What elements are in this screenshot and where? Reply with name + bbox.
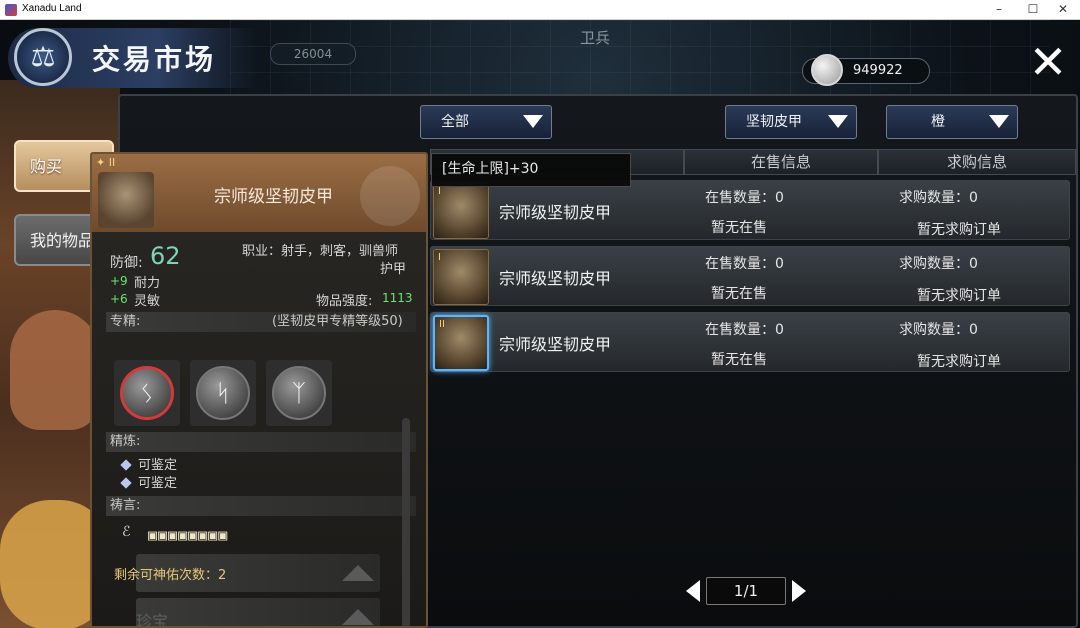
buy-count: 求购数量：0: [899, 190, 978, 206]
skill-slot[interactable]: ᛊ: [114, 360, 180, 426]
on-sale-status: 暂无在售: [711, 220, 767, 236]
diamond-icon: [120, 477, 132, 489]
leather-armor-icon: [98, 172, 154, 228]
close-icon[interactable]: ✕: [1022, 38, 1074, 90]
refine-section: 精炼:: [106, 432, 416, 452]
tier-badge: I: [438, 252, 441, 263]
refine-item-label: 可鉴定: [138, 458, 178, 473]
leather-armor-icon: II: [433, 315, 489, 371]
prayer-runes: ▣▣▣▣▣▣▣▣: [148, 526, 229, 544]
tier-badge: II: [439, 319, 445, 330]
listing-row[interactable]: I 宗师级坚韧皮甲 在售数量：0 暂无在售 求购数量：0 暂无求购订单: [430, 246, 1070, 306]
defense-value: 62: [150, 242, 181, 270]
treasure-bar: 珍宝: [136, 598, 380, 628]
background-badge: 26004: [270, 43, 356, 65]
tooltip-header: ✦ II 宗师级坚韧皮甲: [92, 154, 426, 232]
mastery-label: 专精:: [110, 314, 141, 329]
refine-item: 可鉴定: [120, 454, 178, 473]
tooltip-item-name: 宗师级坚韧皮甲: [214, 187, 333, 207]
app-icon: [5, 4, 17, 16]
tooltip-scrollbar[interactable]: [402, 418, 410, 626]
bonus-value: +6: [110, 292, 128, 306]
quality-value: 橙: [931, 114, 945, 130]
column-header-buy: 求购信息: [878, 149, 1076, 175]
armor-silhouette-icon: [360, 166, 420, 226]
item-name: 宗师级坚韧皮甲: [499, 335, 612, 354]
buy-status: 暂无求购订单: [917, 354, 1001, 370]
class-requirements: 职业：射手，刺客，驯兽师: [242, 244, 399, 259]
skill-rune-1-icon: ᛊ: [120, 366, 174, 420]
chevron-up-icon: [342, 565, 374, 581]
bonus-stat: 耐力: [134, 276, 161, 291]
column-header-sale: 在售信息: [684, 149, 878, 175]
window-title: Xanadu Land: [22, 3, 82, 14]
item-name: 宗师级坚韧皮甲: [499, 203, 612, 222]
strength-label: 物品强度:: [316, 294, 373, 309]
buy-count: 求购数量：0: [899, 256, 978, 272]
defense-label: 防御:: [110, 255, 143, 271]
minimize-button[interactable]: –: [982, 0, 1016, 20]
item-tooltip: ✦ II 宗师级坚韧皮甲 防御: 62 职业：射手，刺客，驯兽师 护甲 +9 耐…: [90, 152, 428, 628]
on-sale-count: 在售数量：0: [705, 322, 784, 338]
skill-slot[interactable]: ᛋ: [190, 360, 256, 426]
scales-icon: ⚖: [14, 28, 72, 86]
refine-item: 可鉴定: [120, 472, 178, 491]
chevron-down-icon: [828, 115, 848, 128]
currency-display: 949922: [802, 54, 930, 86]
prayer-hook-icon: ℰ: [122, 524, 131, 540]
tier-badge: ✦ II: [96, 156, 116, 169]
category-dropdown[interactable]: 全部: [420, 105, 552, 139]
chevron-down-icon: [989, 115, 1009, 128]
leather-armor-icon: I: [433, 249, 489, 305]
category-value: 全部: [441, 114, 469, 130]
currency-amount: 949922: [853, 63, 903, 78]
page-title: 交易市场: [92, 43, 217, 76]
strength-value: 1113: [382, 291, 413, 305]
type-dropdown[interactable]: 坚韧皮甲: [725, 105, 857, 139]
bonus-value: +9: [110, 274, 128, 288]
on-sale-count: 在售数量：0: [705, 256, 784, 272]
listing-row[interactable]: II 宗师级坚韧皮甲 在售数量：0 暂无在售 求购数量：0 暂无求购订单: [430, 312, 1070, 372]
skill-slot[interactable]: ᛉ: [266, 360, 332, 426]
refine-item-label: 可鉴定: [138, 476, 178, 491]
type-value: 坚韧皮甲: [746, 114, 802, 130]
stat-tooltip: [生命上限]+30: [431, 153, 631, 187]
tier-badge: I: [438, 186, 441, 197]
game-scene: 26004 卫兵 ⚖ 交易市场 ✕ 949922 全部 坚韧皮甲 橙 在售信息 …: [0, 20, 1080, 628]
blessings-bar: 剩余可神佑次数：2: [114, 554, 380, 592]
background-badge: 卫兵: [579, 29, 610, 47]
quality-dropdown[interactable]: 橙: [886, 105, 1018, 139]
treasure-label: 珍宝: [136, 612, 169, 628]
buy-status: 暂无求购订单: [917, 222, 1001, 238]
armor-type: 护甲: [380, 262, 407, 277]
buy-status: 暂无求购订单: [917, 288, 1001, 304]
maximize-button[interactable]: ☐: [1016, 0, 1050, 20]
blessings-remaining: 剩余可神佑次数：2: [114, 568, 227, 583]
diamond-icon: [120, 459, 132, 471]
skill-rune-2-icon: ᛋ: [196, 366, 250, 420]
on-sale-status: 暂无在售: [711, 286, 767, 302]
leather-armor-icon: I: [433, 183, 489, 239]
on-sale-count: 在售数量：0: [705, 190, 784, 206]
window-close-button[interactable]: ✕: [1046, 0, 1080, 20]
window-titlebar: Xanadu Land – ☐ ✕: [0, 0, 1080, 20]
page-indicator: 1/1: [706, 577, 786, 605]
item-name: 宗师级坚韧皮甲: [499, 269, 612, 288]
next-page-icon[interactable]: [792, 580, 806, 602]
on-sale-status: 暂无在售: [711, 352, 767, 368]
mastery-level: (坚韧皮甲专精等级50): [272, 314, 403, 329]
chevron-up-icon: [342, 609, 374, 625]
prev-page-icon[interactable]: [686, 580, 700, 602]
listing-row[interactable]: I 宗师级坚韧皮甲 在售数量：0 暂无在售 求购数量：0 暂无求购订单: [430, 180, 1070, 240]
chevron-down-icon: [523, 115, 543, 128]
mastery-section: 专精: (坚韧皮甲专精等级50): [106, 312, 416, 332]
buy-count: 求购数量：0: [899, 322, 978, 338]
skill-rune-3-icon: ᛉ: [272, 366, 326, 420]
bonus-stat: 灵敏: [134, 294, 161, 309]
tier-value: II: [108, 156, 116, 169]
silver-coin-icon: [811, 54, 843, 86]
prayer-section: 祷言:: [106, 496, 416, 516]
merchant-art: [10, 310, 100, 430]
